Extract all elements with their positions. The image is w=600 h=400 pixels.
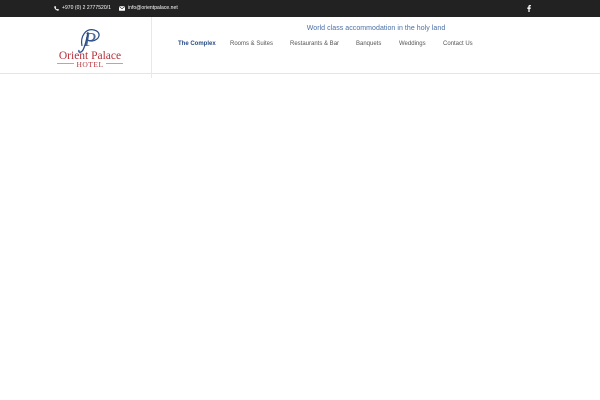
main-navigation: The Complex Rooms & Suites Restaurants &…	[0, 41, 600, 51]
site-header: P Orient Palace HOTEL World class accomm…	[0, 17, 600, 78]
nav-item-restaurants-bar[interactable]: Restaurants & Bar	[290, 41, 339, 47]
email-address: info@orientpalace.net	[128, 5, 178, 11]
logo-line2: HOTEL	[76, 60, 103, 69]
top-bar: +970 (0) 2 2777520/1 info@orientpalace.n…	[0, 0, 600, 17]
nav-item-banquets[interactable]: Banquets	[356, 41, 381, 47]
facebook-icon[interactable]	[527, 5, 531, 12]
nav-item-contact-us[interactable]: Contact Us	[443, 41, 473, 47]
social-links	[527, 0, 534, 17]
nav-item-the-complex[interactable]: The Complex	[178, 41, 216, 47]
nav-item-rooms-suites[interactable]: Rooms & Suites	[230, 41, 273, 47]
envelope-icon	[119, 6, 125, 11]
site-tagline: World class accommodation in the holy la…	[306, 25, 446, 32]
nav-item-weddings[interactable]: Weddings	[399, 41, 426, 47]
phone-number: +970 (0) 2 2777520/1	[62, 5, 111, 11]
phone-icon	[54, 6, 59, 11]
email-contact[interactable]: info@orientpalace.net	[119, 0, 178, 17]
phone-contact[interactable]: +970 (0) 2 2777520/1	[54, 0, 111, 17]
